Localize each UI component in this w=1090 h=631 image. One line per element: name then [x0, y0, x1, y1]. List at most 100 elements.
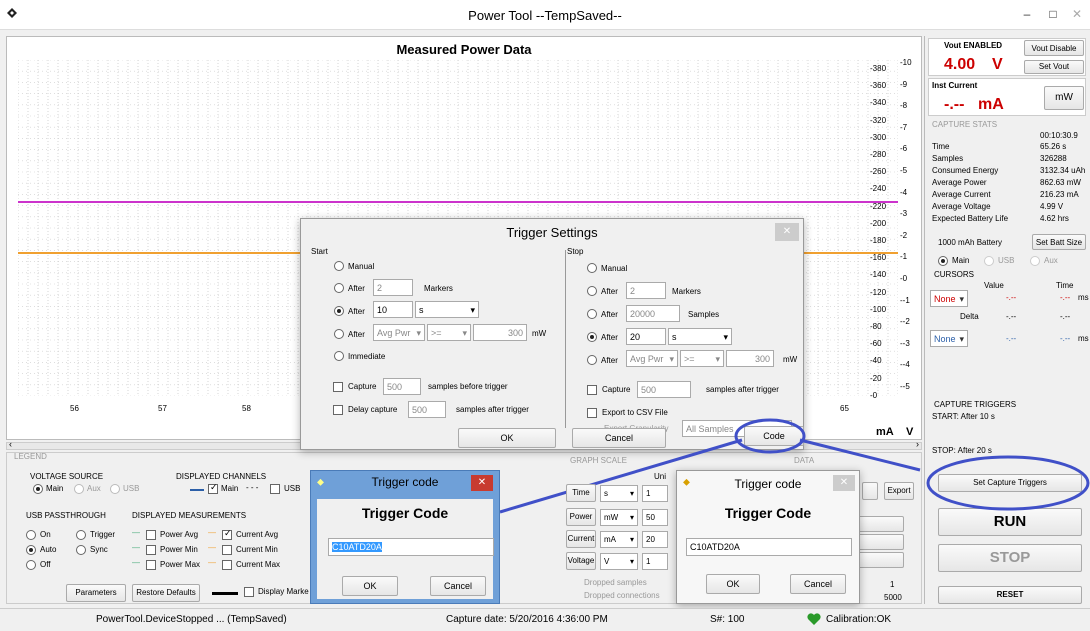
usb-on-radio[interactable]: [26, 530, 36, 540]
start-time-input[interactable]: 10: [373, 301, 413, 318]
code2-ok-button[interactable]: OK: [706, 574, 760, 594]
vout-disable-button[interactable]: Vout Disable: [1024, 40, 1084, 56]
scroll-right-icon[interactable]: ›: [916, 439, 919, 449]
minimize-button[interactable]: –: [1016, 5, 1038, 23]
start-time-unit-select[interactable]: s ▾: [415, 301, 479, 318]
power-avg-checkbox[interactable]: [146, 530, 156, 540]
start-manual-radio[interactable]: [334, 261, 344, 271]
vs-usb-radio[interactable]: [110, 484, 120, 494]
code2-input[interactable]: C10ATD20A: [686, 538, 852, 556]
code1-cancel-button[interactable]: Cancel: [430, 576, 486, 596]
cursor-main-radio[interactable]: [938, 256, 948, 266]
trigger-ok-button[interactable]: OK: [458, 428, 556, 448]
scale-time-unit[interactable]: s ▾: [600, 485, 638, 502]
display-markers-checkbox[interactable]: [244, 587, 254, 597]
legend-header: LEGEND: [14, 452, 47, 461]
start-compare-select[interactable]: >= ▾: [427, 324, 471, 341]
current-min-checkbox[interactable]: [222, 545, 232, 555]
start-immediate-radio[interactable]: [334, 351, 344, 361]
start-markers-input[interactable]: 2: [373, 279, 413, 296]
stop-after-samples-radio[interactable]: [587, 309, 597, 319]
parameters-button[interactable]: Parameters: [66, 584, 126, 602]
usb-sync-radio[interactable]: [76, 545, 86, 555]
cursor-usb-radio[interactable]: [984, 256, 994, 266]
scale-voltage-unit[interactable]: V ▾: [600, 553, 638, 570]
channel-usb-checkbox[interactable]: [270, 484, 280, 494]
cursor1-select[interactable]: None ▾: [930, 290, 968, 307]
data-button-3[interactable]: [858, 534, 904, 550]
code2-close-button[interactable]: ✕: [833, 475, 855, 491]
scale-time-button[interactable]: Time: [566, 484, 596, 502]
set-capture-triggers-button[interactable]: Set Capture Triggers: [938, 474, 1082, 492]
scale-power-unit[interactable]: mW ▾: [600, 509, 638, 526]
code1-ok-button[interactable]: OK: [342, 576, 398, 596]
usb-trigger-radio[interactable]: [76, 530, 86, 540]
trigger-code-button[interactable]: Code: [744, 426, 804, 446]
usb-auto-radio[interactable]: [26, 545, 36, 555]
stop-samples-input[interactable]: 20000: [626, 305, 680, 322]
scale-current-button[interactable]: Current: [566, 530, 596, 548]
scale-time-value[interactable]: 1: [642, 485, 668, 502]
stop-power-input[interactable]: 300: [726, 350, 774, 367]
cursor2-select[interactable]: None ▾: [930, 330, 968, 347]
start-after-time-radio[interactable]: [334, 306, 344, 316]
stop-after-power-radio[interactable]: [587, 355, 597, 365]
delay-capture-input[interactable]: 500: [408, 401, 446, 418]
current-max-checkbox[interactable]: [222, 560, 232, 570]
stop-time-input[interactable]: 20: [626, 328, 666, 345]
code2-cancel-button[interactable]: Cancel: [790, 574, 846, 594]
voltage-axis-tick: -8: [900, 101, 908, 111]
start-after-markers-radio[interactable]: [334, 283, 344, 293]
scale-power-button[interactable]: Power: [566, 508, 596, 526]
stop-markers-input[interactable]: 2: [626, 282, 666, 299]
capture-after-input[interactable]: 500: [637, 381, 691, 398]
export-csv-checkbox[interactable]: [587, 408, 597, 418]
reset-button[interactable]: RESET: [938, 586, 1082, 604]
scale-current-unit[interactable]: mA ▾: [600, 531, 638, 548]
stop-pwr-select[interactable]: Avg Pwr ▾: [626, 350, 678, 367]
code1-close-button[interactable]: ✕: [471, 475, 493, 491]
restore-defaults-button[interactable]: Restore Defaults: [132, 584, 200, 602]
power-min-checkbox[interactable]: [146, 545, 156, 555]
set-batt-size-button[interactable]: Set Batt Size: [1032, 234, 1086, 250]
current-avg-checkbox[interactable]: [222, 528, 232, 540]
start-after-power-radio[interactable]: [334, 329, 344, 339]
scroll-left-icon[interactable]: ‹: [9, 439, 12, 449]
scale-voltage-button[interactable]: Voltage: [566, 552, 596, 570]
delay-capture-checkbox[interactable]: [333, 405, 343, 415]
code1-input[interactable]: C10ATD20A: [328, 538, 494, 556]
vs-main-radio[interactable]: [33, 484, 43, 494]
maximize-button[interactable]: □: [1042, 5, 1064, 23]
data-button-2[interactable]: [858, 516, 904, 532]
stop-after-time-radio[interactable]: [587, 332, 597, 342]
heart-icon: [806, 612, 822, 629]
start-pwr-select[interactable]: Avg Pwr ▾: [373, 324, 425, 341]
stop-after-markers-radio[interactable]: [587, 286, 597, 296]
set-vout-button[interactable]: Set Vout: [1024, 60, 1084, 74]
channel-main-checkbox[interactable]: [208, 482, 218, 494]
capture-after-checkbox[interactable]: [587, 385, 597, 395]
scale-current-value[interactable]: 20: [642, 531, 668, 548]
run-button[interactable]: RUN: [938, 508, 1082, 536]
stop-time-unit-select[interactable]: s ▾: [668, 328, 732, 345]
capture-before-input[interactable]: 500: [383, 378, 421, 395]
start-power-input[interactable]: 300: [473, 324, 527, 341]
vs-aux-radio[interactable]: [74, 484, 84, 494]
mw-toggle-button[interactable]: mW: [1044, 86, 1084, 110]
trigger-cancel-button[interactable]: Cancel: [572, 428, 666, 448]
scale-power-value[interactable]: 50: [642, 509, 668, 526]
trigger-close-button[interactable]: ✕: [775, 223, 799, 241]
stop-button[interactable]: STOP: [938, 544, 1082, 572]
power-max-checkbox[interactable]: [146, 560, 156, 570]
capture-before-checkbox[interactable]: [333, 382, 343, 392]
current-axis-tick: -140: [870, 270, 887, 280]
stop-manual-radio[interactable]: [587, 263, 597, 273]
data-button-4[interactable]: [858, 552, 904, 568]
close-button[interactable]: ✕: [1066, 5, 1088, 23]
stop-compare-select[interactable]: >= ▾: [680, 350, 724, 367]
cursor-aux-radio[interactable]: [1030, 256, 1040, 266]
scale-voltage-value[interactable]: 1: [642, 553, 668, 570]
usb-off-radio[interactable]: [26, 560, 36, 570]
export-button[interactable]: Export: [884, 482, 914, 500]
data-button-1[interactable]: [862, 482, 878, 500]
